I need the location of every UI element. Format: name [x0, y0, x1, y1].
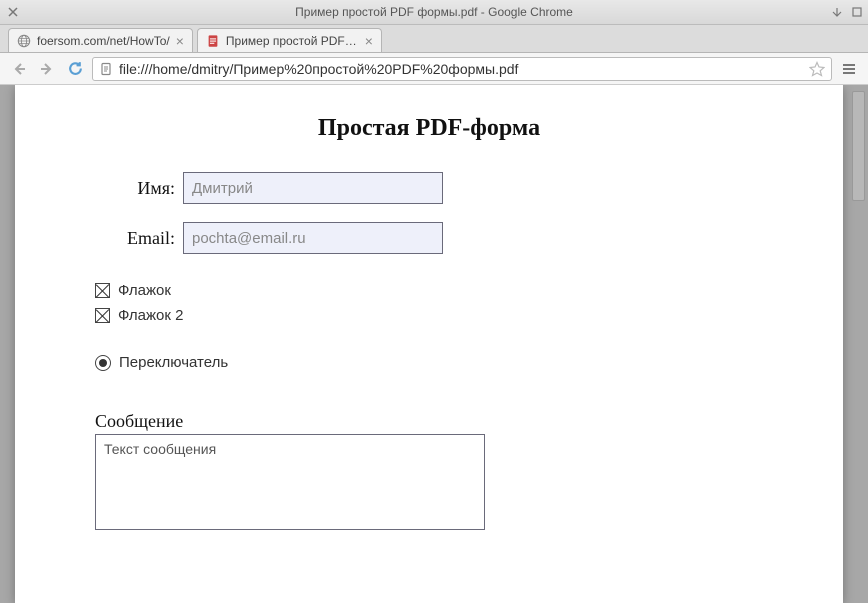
file-icon [99, 62, 113, 76]
url-input[interactable] [119, 61, 803, 77]
close-icon [8, 7, 18, 17]
arrow-left-icon [11, 61, 27, 77]
pdf-icon [206, 34, 220, 48]
message-label: Сообщение [95, 411, 763, 432]
chrome-menu-button[interactable] [838, 58, 860, 80]
vertical-scrollbar-thumb[interactable] [852, 91, 865, 201]
maximize-icon [852, 7, 862, 17]
radio-1-label: Переключатель [119, 354, 228, 371]
reload-icon [67, 60, 84, 77]
back-button[interactable] [8, 58, 30, 80]
minimize-icon [832, 7, 842, 17]
window-maximize-button[interactable] [850, 5, 864, 19]
checkbox-2-label: Флажок 2 [118, 307, 183, 324]
window-titlebar: Пример простой PDF формы.pdf - Google Ch… [0, 0, 868, 25]
tab-title: foersom.com/net/HowTo/ [37, 34, 170, 48]
content-area: Простая PDF-форма Имя: Email: Флажок Фла… [0, 85, 868, 603]
page-title: Простая PDF-форма [95, 115, 763, 142]
email-input[interactable] [183, 222, 443, 254]
url-bar[interactable] [92, 57, 832, 81]
reload-button[interactable] [64, 58, 86, 80]
window-minimize-button[interactable] [830, 5, 844, 19]
tab-title: Пример простой PDF фо [226, 34, 359, 48]
name-input[interactable] [183, 172, 443, 204]
checkbox-1-label: Флажок [118, 282, 171, 299]
tab-close-button[interactable]: × [176, 34, 184, 48]
arrow-right-icon [39, 61, 55, 77]
radio-1[interactable] [95, 355, 111, 371]
window-close-button[interactable] [6, 5, 20, 19]
bookmark-star-icon[interactable] [809, 61, 825, 77]
tab-foersom[interactable]: foersom.com/net/HowTo/ × [8, 28, 193, 52]
globe-icon [17, 34, 31, 48]
forward-button[interactable] [36, 58, 58, 80]
checkbox-1[interactable] [95, 283, 110, 298]
name-label: Имя: [95, 178, 175, 199]
message-textarea[interactable] [95, 434, 485, 530]
pdf-page: Простая PDF-форма Имя: Email: Флажок Фла… [15, 85, 843, 603]
window-title: Пример простой PDF формы.pdf - Google Ch… [295, 5, 573, 19]
tabs-bar: foersom.com/net/HowTo/ × Пример простой … [0, 25, 868, 53]
tab-close-button[interactable]: × [365, 34, 373, 48]
toolbar [0, 53, 868, 85]
email-label: Email: [95, 228, 175, 249]
hamburger-icon [841, 61, 857, 77]
checkbox-2[interactable] [95, 308, 110, 323]
tab-pdf[interactable]: Пример простой PDF фо × [197, 28, 382, 52]
